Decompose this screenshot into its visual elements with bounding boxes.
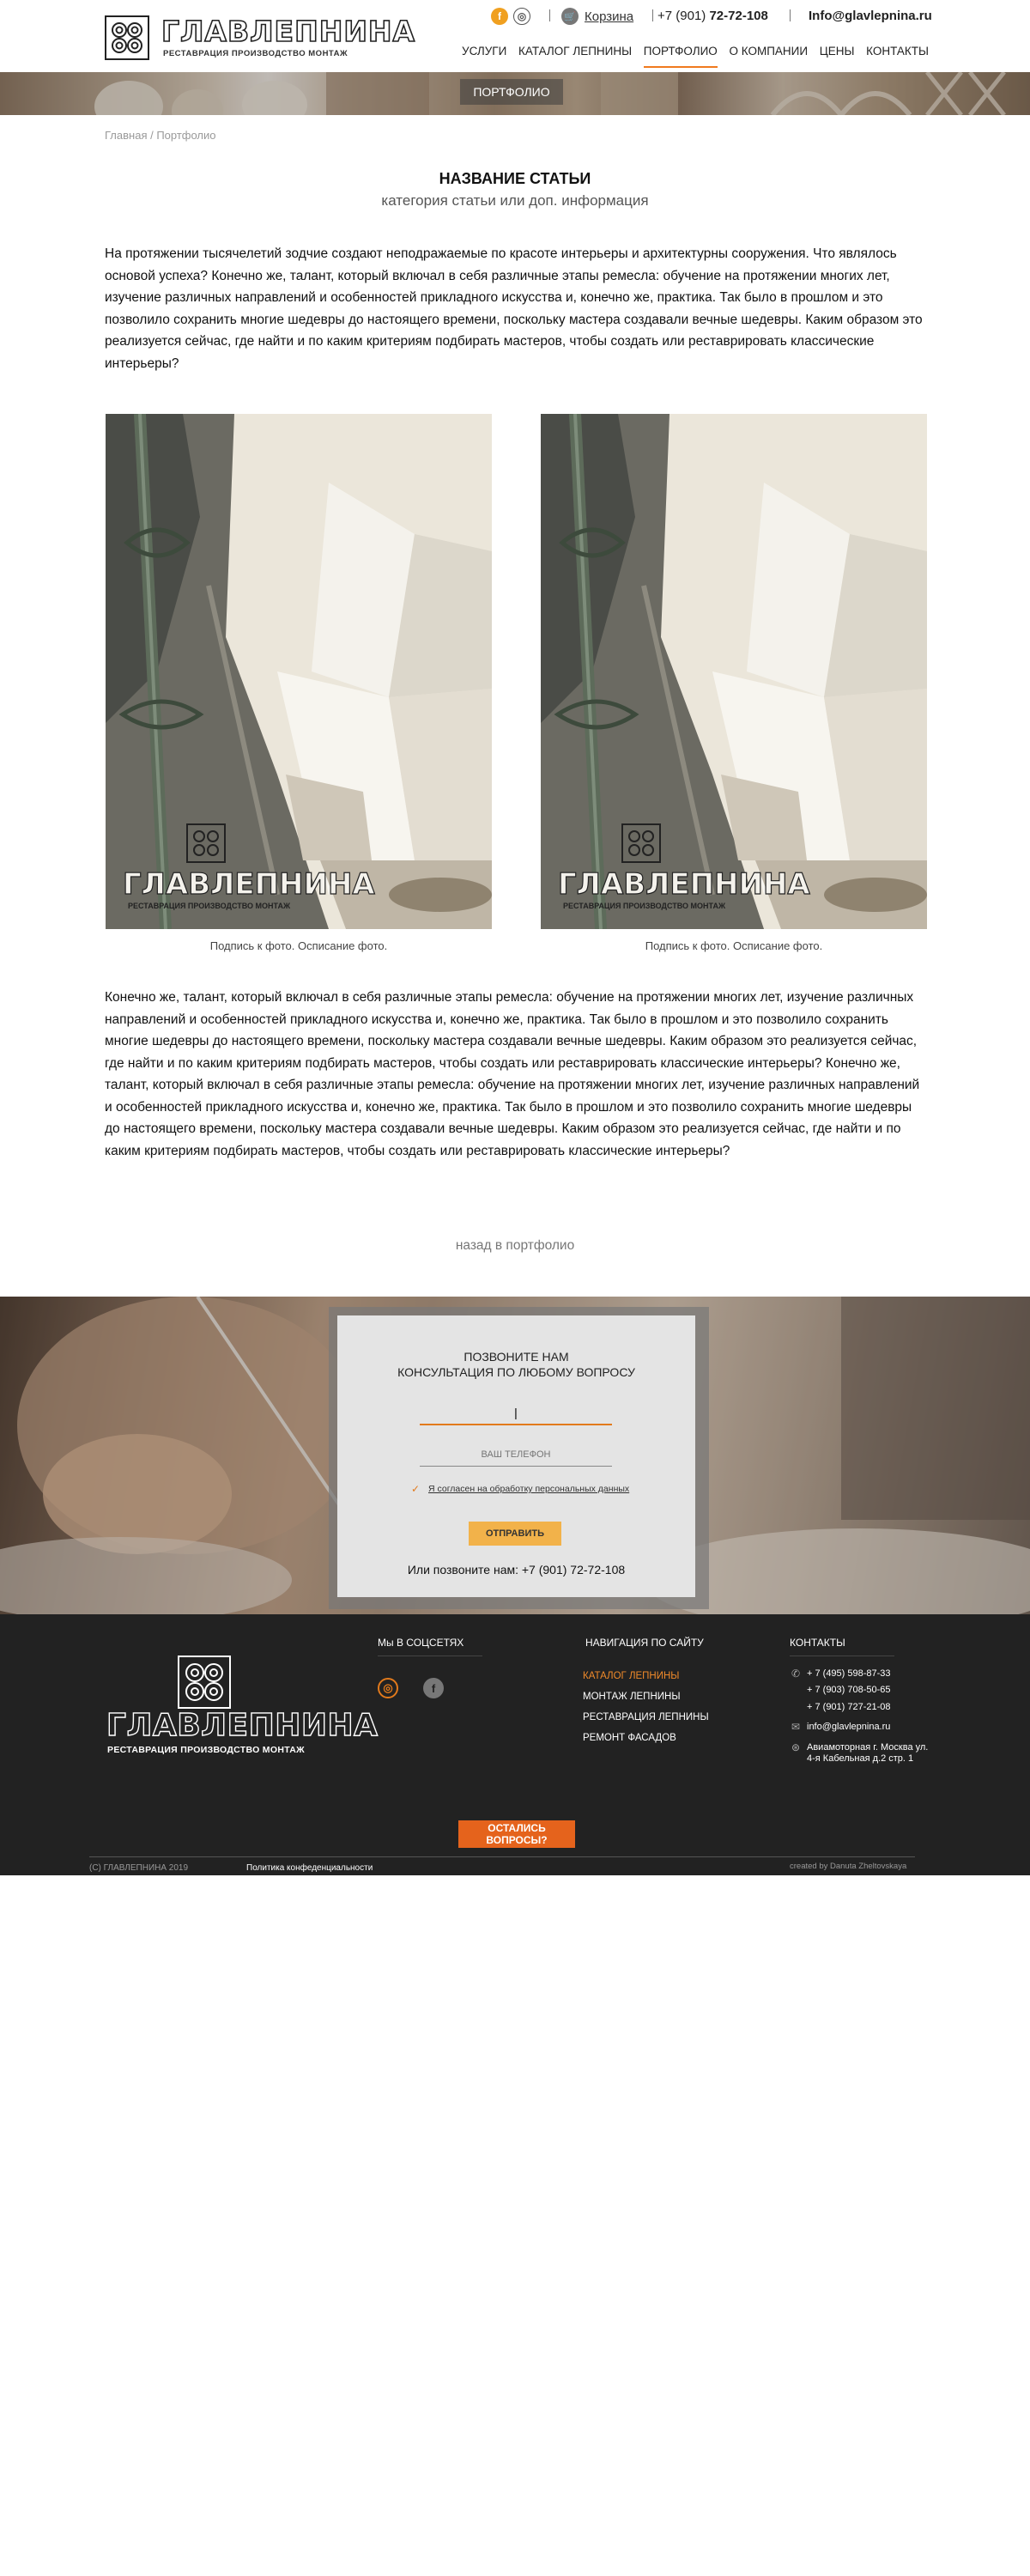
cart-icon: 🛒 xyxy=(561,8,579,25)
article-intro: На протяжении тысячелетий зодчие создают… xyxy=(105,246,923,371)
footer-logo[interactable]: ГЛАВЛЕПНИНА РЕСТАВРАЦИЯ ПРОИЗВОДСТВО МОН… xyxy=(106,1656,379,1765)
facebook-icon[interactable]: f xyxy=(423,1678,444,1698)
footer-phone-1[interactable]: ✆ + 7 (495) 598-87-33 xyxy=(790,1668,891,1680)
phone-text: + 7 (903) 708-50-65 xyxy=(807,1685,891,1695)
social-heading: Мы В СОЦСЕТЯХ xyxy=(378,1637,464,1649)
molding-photo-image xyxy=(541,414,927,929)
back-to-portfolio-link[interactable]: назад в портфолио xyxy=(0,1238,1030,1254)
callback-form: ПОЗВОНИТЕ НАМ КОНСУЛЬТАЦИЯ ПО ЛЮБОМУ ВОП… xyxy=(337,1315,695,1597)
created-by: created by Danuta Zheltovskaya xyxy=(790,1862,907,1871)
nav-item-prices[interactable]: ЦЕНЫ xyxy=(820,45,855,64)
header-phone[interactable]: +7 (901) 72-72-108 xyxy=(657,9,768,23)
nav-item-services[interactable]: УСЛУГИ xyxy=(462,45,506,64)
facebook-icon[interactable]: f xyxy=(491,8,508,25)
check-icon: ✓ xyxy=(411,1483,421,1495)
consent-checkbox[interactable]: ✓ Я согласен на обработку персональных д… xyxy=(411,1484,629,1494)
nav-item-company[interactable]: О КОМПАНИИ xyxy=(729,45,808,64)
location-icon: ⊛ xyxy=(791,1741,801,1753)
footer-nav-installation[interactable]: МОНТАЖ ЛЕПНИНЫ xyxy=(583,1692,681,1702)
cart-label: Корзина xyxy=(585,9,634,24)
mail-icon: ✉ xyxy=(791,1721,801,1733)
footer-nav-restoration[interactable]: РЕСТАВРАЦИЯ ЛЕПНИНЫ xyxy=(583,1712,709,1722)
page-subtitle: категория статьи или доп. информация xyxy=(381,192,649,209)
site-footer: ГЛАВЛЕПНИНА РЕСТАВРАЦИЯ ПРОИЗВОДСТВО МОН… xyxy=(0,1614,1030,1875)
nav-item-catalog[interactable]: КАТАЛОГ ЛЕПНИНЫ xyxy=(518,45,632,64)
phone-number: 72-72-108 xyxy=(709,9,768,23)
submit-button[interactable]: ОТПРАВИТЬ xyxy=(469,1522,561,1546)
site-header: ГЛАВЛЕПНИНА РЕСТАВРАЦИЯ ПРОИЗВОДСТВО МОН… xyxy=(0,0,1030,72)
article-photo[interactable]: ГЛАВЛЕПНИНА РЕСТАВРАЦИЯ ПРОИЗВОДСТВО МОН… xyxy=(541,414,927,929)
footer-email[interactable]: ✉ info@glavlepnina.ru xyxy=(790,1721,890,1733)
consent-label: Я согласен на обработку персональных дан… xyxy=(428,1484,630,1494)
footer-address-1: ⊛ Авиамоторная г. Москва ул. xyxy=(790,1741,928,1753)
article-photo[interactable]: ГЛАВЛЕПНИНА РЕСТАВРАЦИЯ ПРОИЗВОДСТВО МОН… xyxy=(106,414,492,929)
footer-logo-wordmark: ГЛАВЛЕПНИНА xyxy=(106,1708,379,1743)
ask-question-button[interactable]: ОСТАЛИСЬ ВОПРОСЫ? xyxy=(458,1820,575,1848)
privacy-policy-link[interactable]: Политика конфеденциальности xyxy=(246,1863,373,1873)
page-banner: ПОРТФОЛИО xyxy=(0,72,1030,115)
instagram-icon[interactable]: ◎ xyxy=(378,1678,398,1698)
page-title: НАЗВАНИЕ СТАТЬИ xyxy=(439,170,591,187)
footer-nav-facades[interactable]: РЕМОНТ ФАСАДОВ xyxy=(583,1733,676,1743)
cart-link[interactable]: 🛒 Корзина xyxy=(561,8,633,25)
footer-phone-2[interactable]: + 7 (903) 708-50-65 xyxy=(790,1685,891,1695)
call-us-text: Или позвоните нам: +7 (901) 72-72-108 xyxy=(407,1563,626,1577)
site-logo[interactable]: ГЛАВЛЕПНИНА РЕСТАВРАЦИЯ ПРОИЗВОДСТВО МОН… xyxy=(105,15,415,62)
address-text: 4-я Кабельная д.2 стр. 1 xyxy=(807,1753,914,1764)
banner-label: ПОРТФОЛИО xyxy=(460,79,563,105)
email-text: info@glavlepnina.ru xyxy=(807,1722,891,1732)
main-nav: УСЛУГИ КАТАЛОГ ЛЕПНИНЫ ПОРТФОЛИО О КОМПА… xyxy=(462,45,929,68)
footer-nav-catalog[interactable]: КАТАЛОГ ЛЕПНИНЫ xyxy=(583,1671,680,1681)
form-title: ПОЗВОНИТЕ НАМ xyxy=(464,1350,569,1364)
footer-logo-tagline: РЕСТАВРАЦИЯ ПРОИЗВОДСТВО МОНТАЖ xyxy=(107,1745,305,1755)
photo-watermark-word: ГЛАВЛЕПНИНА xyxy=(122,866,375,902)
header-top-line: f ◎ 🛒 Корзина +7 (901) 72-72-108 Info@gl… xyxy=(489,7,932,27)
form-subtitle: КОНСУЛЬТАЦИЯ ПО ЛЮБОМУ ВОПРОСУ xyxy=(397,1365,635,1379)
photo-watermark-word: ГЛАВЛЕПНИНА xyxy=(557,866,810,902)
photo-caption: Подпись к фото. Осписание фото. xyxy=(645,939,823,952)
footer-phone-3[interactable]: + 7 (901) 727-21-08 xyxy=(790,1702,891,1712)
article-body: Конечно же, талант, который включал в се… xyxy=(105,990,920,1158)
logo-emblem-icon xyxy=(105,15,149,60)
callback-section: ПОЗВОНИТЕ НАМ КОНСУЛЬТАЦИЯ ПО ЛЮБОМУ ВОП… xyxy=(0,1297,1030,1614)
photo-watermark-tag: РЕСТАВРАЦИЯ ПРОИЗВОДСТВО МОНТАЖ xyxy=(563,902,726,910)
photo-caption: Подпись к фото. Осписание фото. xyxy=(209,939,388,952)
phone-prefix: +7 (901) xyxy=(657,9,710,23)
copyright: (С) ГЛАВЛЕПНИНА 2019 xyxy=(89,1863,189,1873)
divider xyxy=(652,9,653,21)
divider xyxy=(549,9,550,21)
nav-item-portfolio[interactable]: ПОРТФОЛИО xyxy=(643,45,718,68)
footer-nav-heading: НАВИГАЦИЯ ПО САЙТУ xyxy=(585,1637,704,1649)
instagram-icon[interactable]: ◎ xyxy=(513,8,530,25)
photo-watermark-tag: РЕСТАВРАЦИЯ ПРОИЗВОДСТВО МОНТАЖ xyxy=(128,902,291,910)
nav-item-contacts[interactable]: КОНТАКТЫ xyxy=(866,45,929,64)
phone-icon: ✆ xyxy=(791,1668,801,1680)
footer-address-2: 4-я Кабельная д.2 стр. 1 xyxy=(790,1753,913,1764)
molding-photo-image xyxy=(106,414,492,929)
phone-text: + 7 (901) 727-21-08 xyxy=(807,1702,891,1712)
breadcrumb[interactable]: Главная / Портфолио xyxy=(105,129,216,142)
divider xyxy=(790,9,791,21)
address-text: Авиамоторная г. Москва ул. xyxy=(807,1742,929,1753)
logo-tagline: РЕСТАВРАЦИЯ ПРОИЗВОДСТВО МОНТАЖ xyxy=(163,49,348,58)
divider xyxy=(89,1856,915,1857)
logo-wordmark: ГЛАВЛЕПНИНА xyxy=(161,15,416,49)
phone-text: + 7 (495) 598-87-33 xyxy=(807,1668,891,1679)
phone-input[interactable] xyxy=(420,1443,612,1467)
logo-emblem-icon xyxy=(178,1656,231,1709)
header-email[interactable]: Info@glavlepnina.ru xyxy=(809,9,932,23)
contacts-heading: КОНТАКТЫ xyxy=(790,1637,845,1649)
name-input[interactable] xyxy=(420,1401,612,1425)
